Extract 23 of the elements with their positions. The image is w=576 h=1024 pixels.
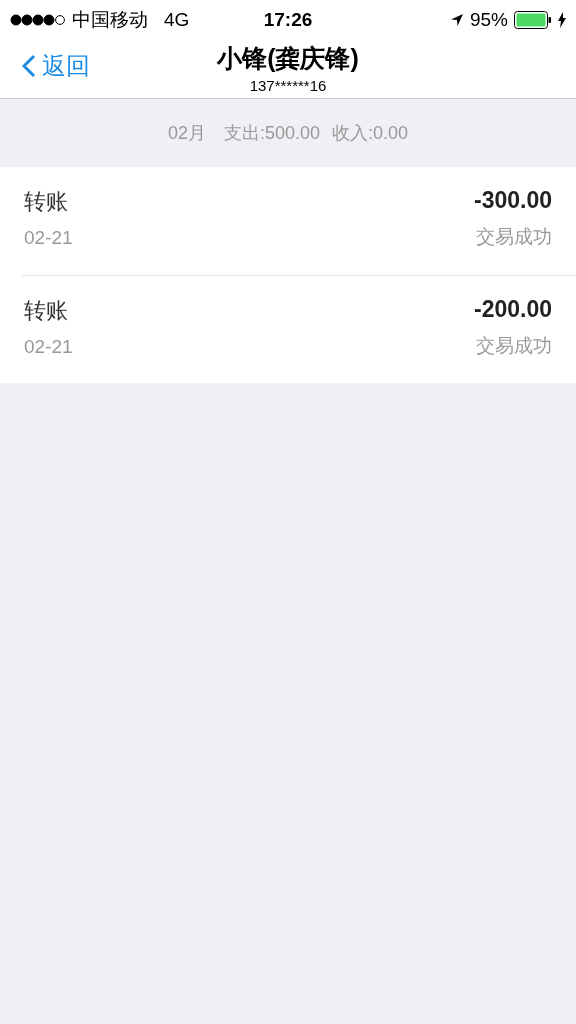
income-total: 收入:0.00	[332, 122, 409, 145]
transaction-amount: -200.00	[474, 296, 552, 323]
network-type: 4G	[164, 9, 190, 31]
charging-bolt-icon	[558, 12, 566, 28]
back-button[interactable]: 返回	[22, 50, 90, 82]
transaction-type: 转账	[24, 297, 69, 325]
transaction-amount: -300.00	[474, 187, 552, 214]
transaction-status: 交易成功	[476, 225, 552, 249]
battery-icon	[514, 11, 552, 29]
battery-percent: 95%	[470, 9, 508, 31]
transaction-status: 交易成功	[476, 334, 552, 358]
month-label: 02月	[167, 122, 206, 145]
page-title: 小锋(龚庆锋)	[217, 43, 359, 74]
phone-number: 137******16	[249, 77, 327, 94]
carrier-name: 中国移动	[72, 8, 148, 32]
location-arrow-icon	[450, 13, 464, 27]
clock-time: 17:26	[263, 9, 313, 31]
transaction-date: 02-21	[24, 227, 73, 249]
expense-total: 支出:500.00	[223, 122, 320, 145]
signal-icon	[10, 14, 66, 26]
chevron-left-icon	[22, 54, 36, 78]
transaction-date: 02-21	[24, 336, 73, 358]
transaction-type: 转账	[24, 188, 69, 216]
